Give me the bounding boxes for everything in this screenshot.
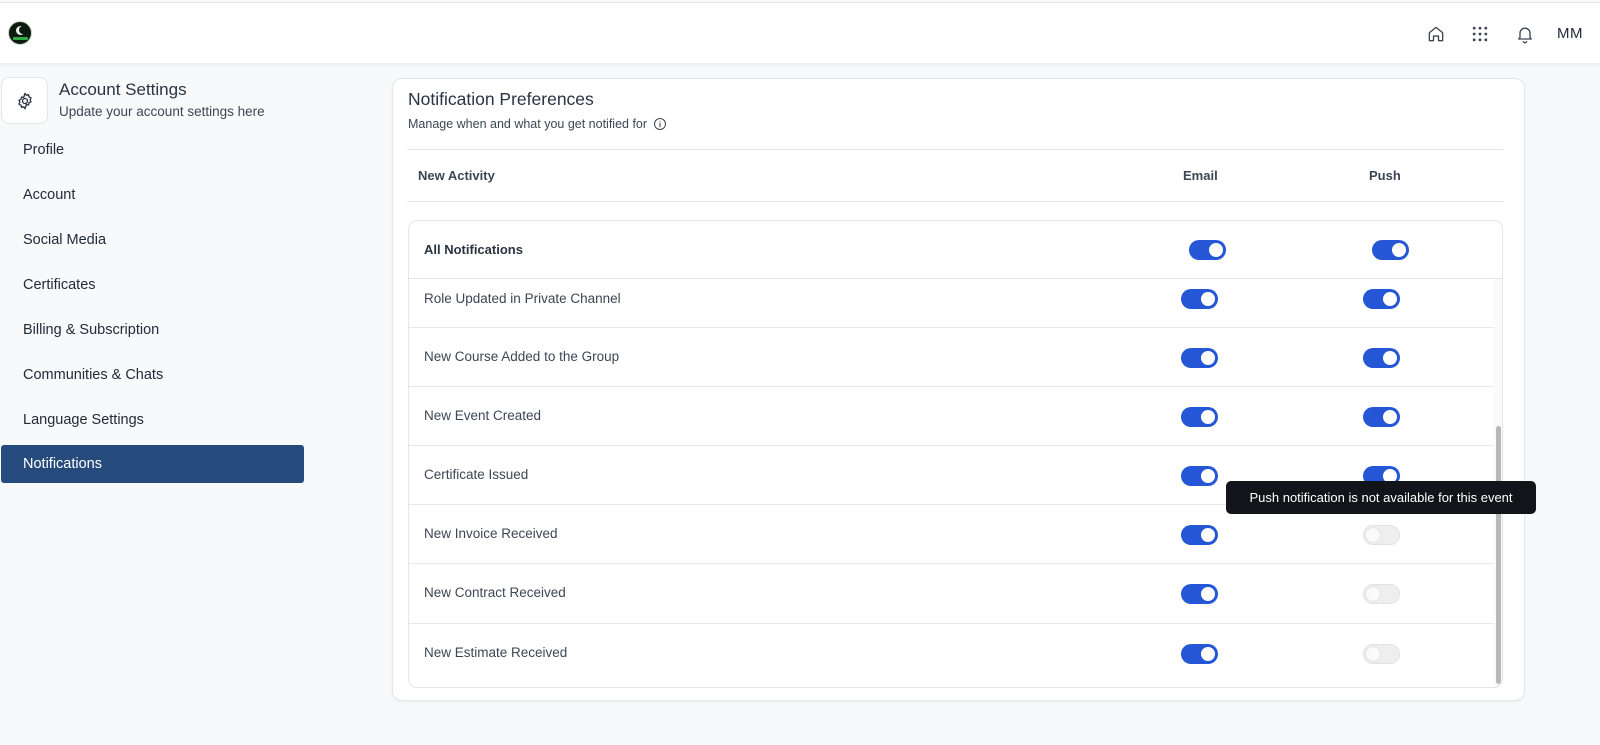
card-title: Notification Preferences bbox=[408, 89, 594, 109]
push-toggle-disabled[interactable] bbox=[1363, 525, 1400, 545]
email-toggle[interactable] bbox=[1181, 644, 1218, 664]
email-toggle[interactable] bbox=[1181, 525, 1218, 545]
card-subtitle: Manage when and what you get notified fo… bbox=[408, 117, 667, 131]
avatar[interactable]: MM bbox=[1557, 25, 1583, 42]
row-label: New Event Created bbox=[424, 408, 542, 423]
table-header: New Activity Email Push bbox=[407, 149, 1503, 202]
email-toggle[interactable] bbox=[1181, 584, 1218, 604]
email-toggle[interactable] bbox=[1181, 289, 1218, 309]
tooltip: Push notification is not available for t… bbox=[1226, 481, 1536, 514]
table-row: New Contract Received bbox=[409, 564, 1494, 624]
row-label: New Course Added to the Group bbox=[424, 349, 620, 364]
table-row: New Course Added to the Group bbox=[409, 328, 1494, 387]
row-label: New Estimate Received bbox=[424, 645, 568, 660]
scrollbar-thumb[interactable] bbox=[1496, 426, 1501, 684]
settings-header: Account Settings Update your account set… bbox=[0, 77, 340, 125]
table-row: New Estimate Received bbox=[409, 624, 1494, 687]
email-toggle[interactable] bbox=[1181, 348, 1218, 368]
column-header-push: Push bbox=[1369, 168, 1401, 183]
gear-icon bbox=[1, 77, 48, 124]
all-push-toggle[interactable] bbox=[1372, 240, 1409, 260]
all-notifications-label: All Notifications bbox=[424, 242, 523, 257]
table-row: Role Updated in Private Channel bbox=[409, 279, 1494, 328]
push-toggle-disabled[interactable] bbox=[1363, 584, 1400, 604]
all-notifications-row: All Notifications bbox=[409, 221, 1502, 279]
top-bar: MM bbox=[0, 2, 1600, 63]
table-row: New Event Created bbox=[409, 387, 1494, 446]
card-subtitle-text: Manage when and what you get notified fo… bbox=[408, 117, 648, 131]
push-toggle[interactable] bbox=[1363, 348, 1400, 368]
page-title: Account Settings bbox=[59, 80, 187, 99]
logo[interactable] bbox=[8, 21, 32, 45]
row-label: New Invoice Received bbox=[424, 526, 558, 541]
all-email-toggle[interactable] bbox=[1189, 240, 1226, 260]
bell-icon[interactable] bbox=[1514, 23, 1536, 45]
sidebar-item-language[interactable]: Language Settings bbox=[1, 401, 304, 439]
row-label: Certificate Issued bbox=[424, 467, 529, 482]
page-subtitle: Update your account settings here bbox=[59, 104, 265, 119]
push-toggle[interactable] bbox=[1363, 289, 1400, 309]
sidebar-item-profile[interactable]: Profile bbox=[1, 131, 304, 169]
column-header-email: Email bbox=[1183, 168, 1218, 183]
email-toggle[interactable] bbox=[1181, 407, 1218, 427]
sidebar-item-social-media[interactable]: Social Media bbox=[1, 221, 304, 259]
push-toggle-disabled[interactable] bbox=[1363, 644, 1400, 664]
sidebar-item-billing[interactable]: Billing & Subscription bbox=[1, 311, 304, 349]
sidebar-item-notifications[interactable]: Notifications bbox=[1, 445, 304, 483]
row-label: Role Updated in Private Channel bbox=[424, 291, 621, 306]
home-icon[interactable] bbox=[1425, 23, 1447, 45]
row-label: New Contract Received bbox=[424, 585, 566, 600]
sidebar-item-account[interactable]: Account bbox=[1, 176, 304, 214]
notification-table: All Notifications Role Updated in Privat… bbox=[408, 220, 1503, 688]
email-toggle[interactable] bbox=[1181, 466, 1218, 486]
notification-preferences-card: Notification Preferences Manage when and… bbox=[392, 78, 1525, 701]
apps-grid-icon[interactable] bbox=[1469, 23, 1491, 45]
push-toggle[interactable] bbox=[1363, 407, 1400, 427]
sidebar-item-certificates[interactable]: Certificates bbox=[1, 266, 304, 304]
info-icon[interactable] bbox=[653, 117, 667, 131]
column-header-activity: New Activity bbox=[418, 168, 495, 183]
sidebar-item-communities[interactable]: Communities & Chats bbox=[1, 356, 304, 394]
